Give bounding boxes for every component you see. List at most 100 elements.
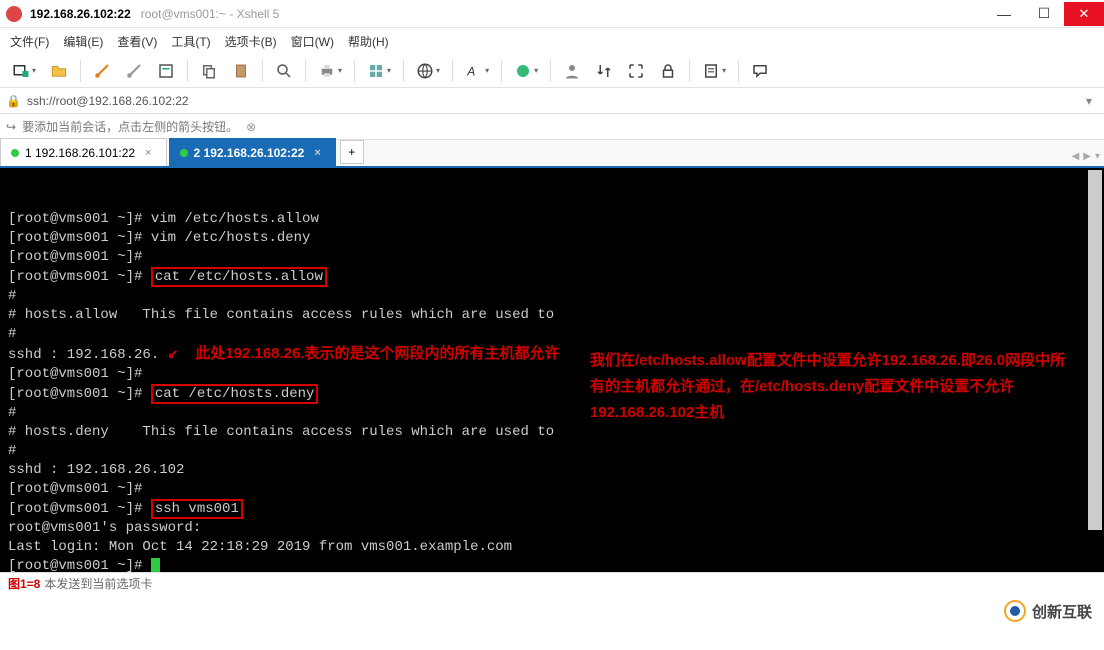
tab-session-1[interactable]: 1 192.168.26.101:22 ×: [0, 138, 167, 166]
toolbar-separator: [80, 60, 81, 82]
menu-bar: 文件(F) 编辑(E) 查看(V) 工具(T) 选项卡(B) 窗口(W) 帮助(…: [0, 28, 1104, 54]
window-controls: — ☐ ✕: [984, 2, 1104, 26]
terminal-line: # hosts.allow This file contains access …: [8, 307, 554, 323]
tab-list-icon[interactable]: ▾: [1095, 151, 1100, 162]
toolbar-separator: [689, 60, 690, 82]
menu-window[interactable]: 窗口(W): [291, 33, 334, 50]
status-text: 本发送到当前选项卡: [44, 575, 152, 592]
transfer-button[interactable]: [591, 60, 617, 82]
highlight-ssh-cmd: ssh vms001: [151, 499, 243, 519]
add-tab-button[interactable]: +: [340, 140, 364, 164]
watermark-text: 创新互联: [1032, 601, 1092, 622]
annotation-right: 我们在/etc/hosts.allow配置文件中设置允许192.168.26.即…: [590, 348, 1070, 426]
copy-button[interactable]: [196, 60, 222, 82]
tab-label: 1 192.168.26.101:22: [25, 146, 135, 160]
status-dot-icon: [11, 149, 19, 157]
close-button[interactable]: ✕: [1064, 2, 1104, 26]
address-dropdown-icon[interactable]: ▾: [1080, 94, 1098, 108]
terminal-line: sshd : 192.168.26.102: [8, 462, 184, 478]
toolbar-separator: [354, 60, 355, 82]
status-dot-icon: [180, 149, 188, 157]
encoding-button[interactable]: ▾: [412, 60, 444, 82]
app-logo-icon: [6, 6, 22, 22]
tab-nav: ◀ ▶ ▾: [1072, 151, 1100, 162]
window-title-main: 192.168.26.102:22: [30, 7, 131, 21]
user-button[interactable]: [559, 60, 585, 82]
paste-button[interactable]: [228, 60, 254, 82]
terminal-line: #: [8, 443, 16, 459]
menu-edit[interactable]: 编辑(E): [63, 33, 103, 50]
tab-next-icon[interactable]: ▶: [1083, 151, 1091, 162]
toolbar-separator: [501, 60, 502, 82]
toolbar-separator: [305, 60, 306, 82]
tab-bar: 1 192.168.26.101:22 × 2 192.168.26.102:2…: [0, 140, 1104, 168]
toolbar: ▾ ▾ ▾ ▾ A▾ ▾ ▾: [0, 54, 1104, 88]
title-bar: 192.168.26.102:22 root@vms001:~ - Xshell…: [0, 0, 1104, 28]
arrow-annotation-icon: ↙: [168, 344, 179, 364]
hint-text: 要添加当前会话，点击左侧的箭头按钮。: [22, 118, 238, 135]
address-bar: 🔒 ssh://root@192.168.26.102:22 ▾: [0, 88, 1104, 114]
new-session-button[interactable]: ▾: [8, 60, 40, 82]
layout-button[interactable]: ▾: [363, 60, 395, 82]
menu-view[interactable]: 查看(V): [117, 33, 157, 50]
terminal-line: [root@vms001 ~]#: [8, 501, 151, 517]
highlight-cat-allow: cat /etc/hosts.allow: [151, 267, 327, 287]
menu-help[interactable]: 帮助(H): [348, 33, 389, 50]
status-bar: 图1=8本发送到当前选项卡: [0, 572, 1104, 594]
tab-label: 2 192.168.26.102:22: [194, 146, 305, 160]
minimize-button[interactable]: —: [984, 2, 1024, 26]
svg-text:A: A: [466, 64, 475, 78]
hint-arrow-icon[interactable]: ↪: [6, 120, 16, 134]
font-button[interactable]: A▾: [461, 60, 493, 82]
terminal-line: [root@vms001 ~]#: [8, 249, 142, 265]
terminal-line: #: [8, 326, 16, 342]
tab-close-icon[interactable]: ×: [314, 147, 320, 159]
watermark-icon: [1004, 600, 1026, 622]
toolbar-separator: [403, 60, 404, 82]
terminal-line: [root@vms001 ~]#: [8, 269, 151, 285]
color-button[interactable]: ▾: [510, 60, 542, 82]
menu-tools[interactable]: 工具(T): [171, 33, 210, 50]
hint-bar: ↪ 要添加当前会话，点击左侧的箭头按钮。 ⊗: [0, 114, 1104, 140]
terminal-line: [root@vms001 ~]#: [8, 386, 151, 402]
toolbar-separator: [452, 60, 453, 82]
open-button[interactable]: [46, 60, 72, 82]
toolbar-separator: [262, 60, 263, 82]
properties-button[interactable]: [153, 60, 179, 82]
terminal-cursor: [151, 558, 160, 572]
terminal-line: [root@vms001 ~]#: [8, 481, 142, 497]
print-button[interactable]: ▾: [314, 60, 346, 82]
lock-icon: 🔒: [6, 94, 21, 108]
tab-close-icon[interactable]: ×: [145, 147, 151, 159]
fullscreen-button[interactable]: [623, 60, 649, 82]
reconnect-button[interactable]: [89, 60, 115, 82]
scrollbar-thumb[interactable]: [1088, 170, 1102, 530]
highlight-cat-deny: cat /etc/hosts.deny: [151, 384, 319, 404]
terminal-output[interactable]: [root@vms001 ~]# vim /etc/hosts.allow [r…: [0, 168, 1104, 572]
plus-icon: +: [348, 145, 355, 159]
lock-button[interactable]: [655, 60, 681, 82]
script-button[interactable]: ▾: [698, 60, 730, 82]
find-button[interactable]: [271, 60, 297, 82]
menu-tab[interactable]: 选项卡(B): [225, 33, 277, 50]
toolbar-separator: [187, 60, 188, 82]
tab-prev-icon[interactable]: ◀: [1072, 151, 1080, 162]
terminal-line: # hosts.deny This file contains access r…: [8, 424, 554, 440]
tab-session-2[interactable]: 2 192.168.26.102:22 ×: [169, 138, 336, 166]
terminal-line: root@vms001's password:: [8, 520, 201, 536]
terminal-line: [root@vms001 ~]#: [8, 366, 142, 382]
terminal-line: [root@vms001 ~]# vim /etc/hosts.deny: [8, 230, 310, 246]
maximize-button[interactable]: ☐: [1024, 2, 1064, 26]
menu-file[interactable]: 文件(F): [10, 33, 49, 50]
address-input[interactable]: ssh://root@192.168.26.102:22: [27, 94, 1080, 108]
terminal-line: [root@vms001 ~]#: [8, 558, 151, 572]
annotation-segment-allow: 此处192.168.26.表示的是这个网段内的所有主机都允许: [195, 345, 559, 362]
terminal-line: sshd : 192.168.26.: [8, 347, 159, 363]
hint-close-icon[interactable]: ⊗: [246, 120, 256, 134]
figure-label: 图1=8: [8, 575, 40, 592]
watermark: 创新互联: [1004, 600, 1092, 622]
terminal-line: #: [8, 288, 16, 304]
window-title-sub: root@vms001:~ - Xshell 5: [141, 7, 280, 21]
chat-button[interactable]: [747, 60, 773, 82]
disconnect-button[interactable]: [121, 60, 147, 82]
